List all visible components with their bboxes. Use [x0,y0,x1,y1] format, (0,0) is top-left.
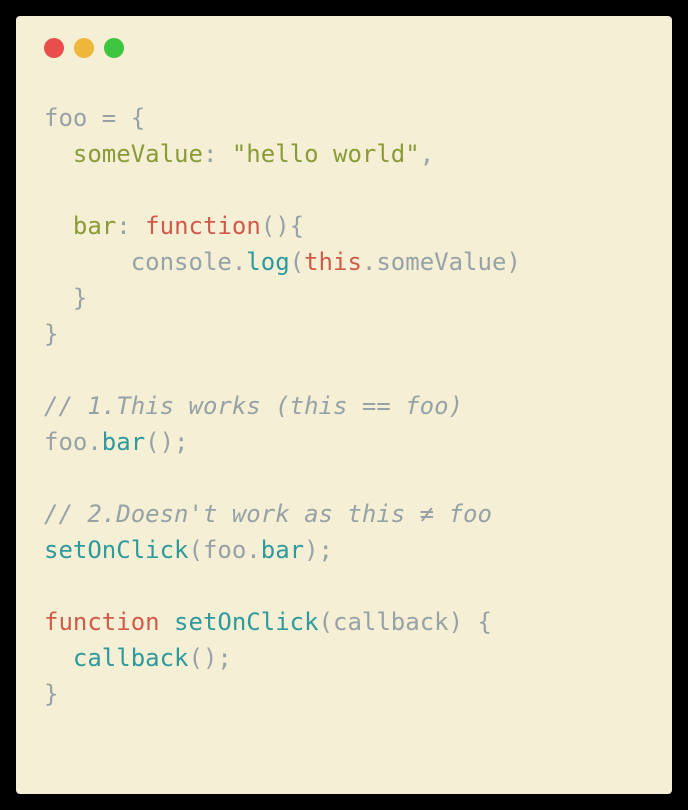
code-line: callback(); [44,640,644,676]
code-token: } [44,320,58,348]
code-token: function [145,212,261,240]
code-token: bar [261,536,304,564]
minimize-icon[interactable] [74,38,94,58]
code-line: console.log(this.someValue) [44,244,644,280]
code-line [44,568,644,604]
code-window: foo = { someValue: "hello world", bar: f… [16,16,672,794]
code-line: bar: function(){ [44,208,644,244]
code-token: , [420,140,434,168]
code-token: (){ [261,212,304,240]
code-token: : [116,212,145,240]
code-line: someValue: "hello world", [44,136,644,172]
code-token: setOnClick [174,608,319,636]
code-token: } [44,284,87,312]
code-line: // 2.Doesn't work as this ≠ foo [44,496,644,532]
code-editor[interactable]: foo = { someValue: "hello world", bar: f… [44,100,644,712]
code-line: } [44,280,644,316]
code-token: (); [145,428,188,456]
code-token: bar [73,212,116,240]
code-token: .someValue) [362,248,521,276]
code-token: "hello world" [232,140,420,168]
code-line: // 1.This works (this == foo) [44,388,644,424]
code-token: ( [290,248,304,276]
code-token: log [246,248,289,276]
code-line: function setOnClick(callback) { [44,604,644,640]
title-bar [44,38,644,58]
code-token: foo = { [44,104,145,132]
code-token: someValue [73,140,203,168]
code-token: function [44,608,160,636]
code-line: foo.bar(); [44,424,644,460]
code-token: } [44,680,58,708]
code-line [44,172,644,208]
code-token: console. [44,248,246,276]
code-token: (callback) { [319,608,492,636]
code-token [44,140,73,168]
code-line: } [44,316,644,352]
code-token: setOnClick [44,536,189,564]
code-token: : [203,140,232,168]
code-line: } [44,676,644,712]
code-token [44,212,73,240]
code-token: foo. [44,428,102,456]
code-token: // 1.This works (this == foo) [44,392,463,420]
code-token: bar [102,428,145,456]
code-line: foo = { [44,100,644,136]
code-token: ); [304,536,333,564]
code-token: this [304,248,362,276]
code-line [44,352,644,388]
code-token [44,644,73,672]
code-line [44,460,644,496]
code-token: // 2.Doesn't work as this ≠ foo [44,500,492,528]
close-icon[interactable] [44,38,64,58]
code-token: (foo. [189,536,261,564]
code-token: callback [73,644,189,672]
code-token [160,608,174,636]
code-token: (); [189,644,232,672]
maximize-icon[interactable] [104,38,124,58]
code-line: setOnClick(foo.bar); [44,532,644,568]
